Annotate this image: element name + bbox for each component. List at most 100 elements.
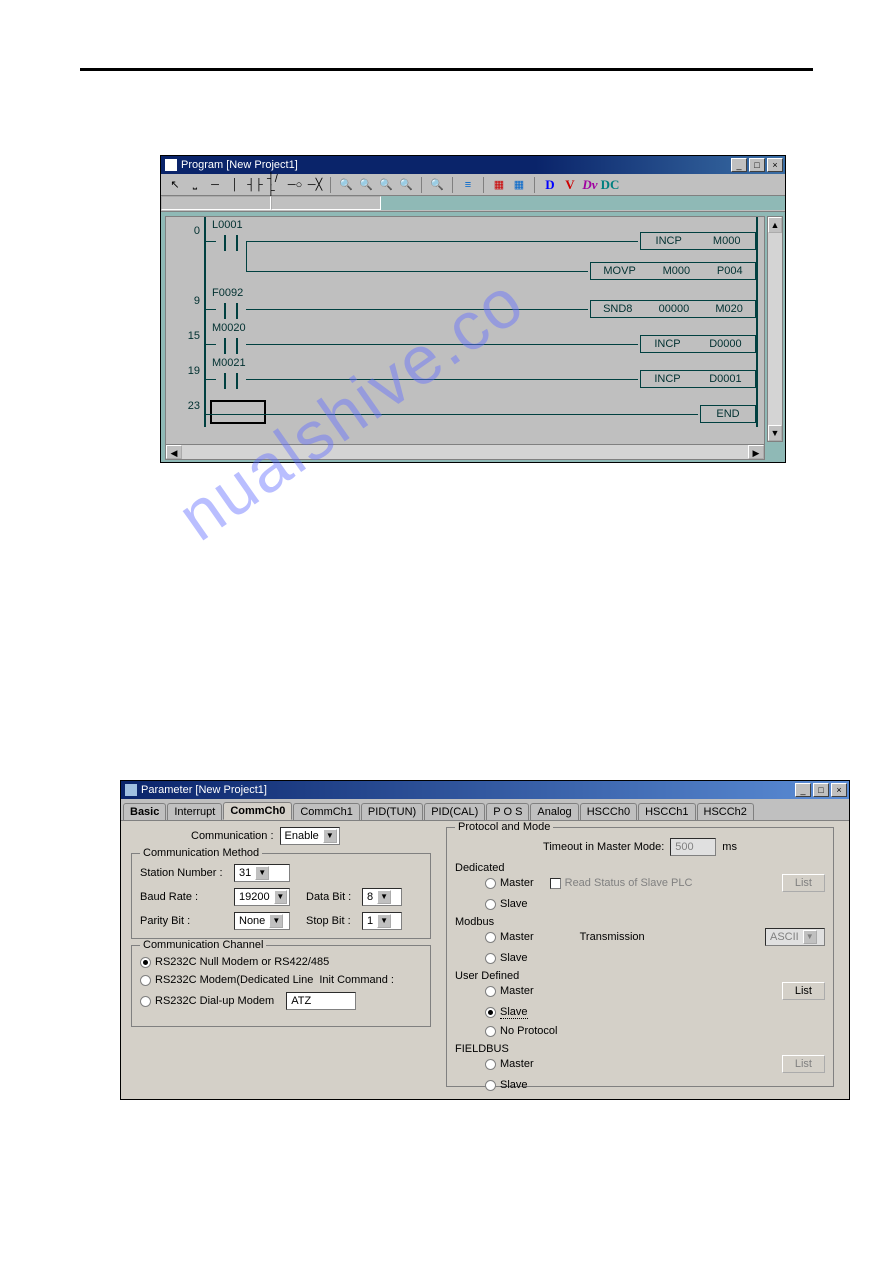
- program-titlebar[interactable]: Program [New Project1] _ □ ×: [161, 156, 785, 174]
- vertical-scrollbar[interactable]: ▲ ▼: [767, 216, 783, 442]
- ladder-area[interactable]: 0 L0001 INCP M000 MOVP M000 P004: [165, 216, 765, 458]
- v-button[interactable]: V: [562, 177, 578, 193]
- tab-analog[interactable]: Analog: [530, 803, 578, 820]
- tab-pidtun[interactable]: PID(TUN): [361, 803, 423, 820]
- radio-userdef-slave[interactable]: Slave: [485, 1006, 528, 1019]
- diff2-icon[interactable]: ▦: [511, 177, 527, 193]
- diff-icon[interactable]: ▦: [491, 177, 507, 193]
- radio-fieldbus-master[interactable]: Master: [485, 1058, 534, 1070]
- timeout-field[interactable]: 500: [670, 838, 716, 856]
- tool-vline-icon[interactable]: │: [227, 177, 243, 193]
- tool-contact-no-icon[interactable]: ┤├: [247, 177, 263, 193]
- scroll-up-icon[interactable]: ▲: [768, 217, 782, 233]
- output-box[interactable]: END: [700, 405, 756, 423]
- list-button-dedicated[interactable]: List: [782, 874, 825, 892]
- parameter-titlebar[interactable]: Parameter [New Project1] _ □ ×: [121, 781, 849, 799]
- radio-userdef-master[interactable]: Master: [485, 985, 534, 997]
- station-select[interactable]: 31▼: [234, 864, 290, 882]
- communication-select[interactable]: Enable▼: [280, 827, 340, 845]
- dv-button[interactable]: Dv: [582, 177, 598, 193]
- dc-button[interactable]: DC: [602, 177, 618, 193]
- dropdown-icon[interactable]: ▼: [803, 930, 817, 944]
- dropdown-icon[interactable]: ▼: [377, 914, 391, 928]
- dedicated-label: Dedicated: [455, 862, 825, 874]
- zoom-100-icon[interactable]: 🔍: [398, 177, 414, 193]
- baud-select[interactable]: 19200▼: [234, 888, 290, 906]
- tab-pos[interactable]: P O S: [486, 803, 529, 820]
- minimize-button[interactable]: _: [795, 783, 811, 797]
- transmission-select[interactable]: ASCII▼: [765, 928, 825, 946]
- zoom-fit-icon[interactable]: 🔍: [378, 177, 394, 193]
- close-button[interactable]: ×: [831, 783, 847, 797]
- group-title: Protocol and Mode: [455, 821, 553, 833]
- tool-coil-icon[interactable]: ─○: [287, 177, 303, 193]
- databit-select[interactable]: 8▼: [362, 888, 402, 906]
- tab-hscch2[interactable]: HSCCh2: [697, 803, 754, 820]
- tool-hline-icon[interactable]: ─: [207, 177, 223, 193]
- tab-pidcal[interactable]: PID(CAL): [424, 803, 485, 820]
- align-icon[interactable]: ≡: [460, 177, 476, 193]
- output-box[interactable]: INCP M000: [640, 232, 756, 250]
- radio-modbus-master[interactable]: Master: [485, 931, 534, 943]
- contact[interactable]: F0092: [216, 301, 246, 321]
- radio-modem-dedicated[interactable]: RS232C Modem(Dedicated Line: [140, 974, 313, 986]
- horizontal-scrollbar[interactable]: ◀ ▶: [165, 444, 765, 460]
- scroll-right-icon[interactable]: ▶: [748, 445, 764, 459]
- radio-icon: [485, 1080, 496, 1091]
- tool-not-icon[interactable]: ─╳: [307, 177, 323, 193]
- init-command-field[interactable]: ATZ: [286, 992, 356, 1010]
- parameter-title-icon: [125, 784, 137, 796]
- dropdown-icon[interactable]: ▼: [323, 829, 337, 843]
- parity-select[interactable]: None▼: [234, 912, 290, 930]
- d-button[interactable]: D: [542, 177, 558, 193]
- radio-icon: [140, 975, 151, 986]
- timeout-unit: ms: [722, 841, 737, 853]
- dropdown-icon[interactable]: ▼: [377, 890, 391, 904]
- output-box[interactable]: INCP D0000: [640, 335, 756, 353]
- contact[interactable]: M0020: [216, 336, 246, 356]
- radio-dialup-modem[interactable]: RS232C Dial-up Modem: [140, 995, 274, 1007]
- tool-delete-icon[interactable]: ⎵: [187, 177, 203, 193]
- output-box[interactable]: SND8 00000 M020: [590, 300, 756, 318]
- scroll-down-icon[interactable]: ▼: [768, 425, 782, 441]
- maximize-button[interactable]: □: [813, 783, 829, 797]
- contact[interactable]: M0021: [216, 371, 246, 391]
- list-button-fieldbus[interactable]: List: [782, 1055, 825, 1073]
- zoom-out-icon[interactable]: 🔍: [358, 177, 374, 193]
- group-comm-channel: Communication Channel RS232C Null Modem …: [131, 945, 431, 1027]
- minimize-button[interactable]: _: [731, 158, 747, 172]
- radio-dedicated-slave[interactable]: Slave: [485, 898, 528, 910]
- zoom-in-icon[interactable]: 🔍: [338, 177, 354, 193]
- output-box[interactable]: INCP D0001: [640, 370, 756, 388]
- radio-dedicated-master[interactable]: Master: [485, 877, 534, 889]
- tool-cursor-icon[interactable]: ↖: [167, 177, 183, 193]
- dropdown-icon[interactable]: ▼: [274, 890, 287, 904]
- close-button[interactable]: ×: [767, 158, 783, 172]
- output-box[interactable]: MOVP M000 P004: [590, 262, 756, 280]
- radio-modbus-slave[interactable]: Slave: [485, 952, 528, 964]
- tab-interrupt[interactable]: Interrupt: [167, 803, 222, 820]
- radio-icon: [485, 1059, 496, 1070]
- tab-hscch1[interactable]: HSCCh1: [638, 803, 695, 820]
- radio-fieldbus-slave[interactable]: Slave: [485, 1079, 528, 1091]
- radio-icon: [485, 986, 496, 997]
- stopbit-select[interactable]: 1▼: [362, 912, 402, 930]
- check-read-status[interactable]: Read Status of Slave PLC: [550, 877, 693, 889]
- radio-null-modem[interactable]: RS232C Null Modem or RS422/485: [140, 956, 329, 968]
- scroll-left-icon[interactable]: ◀: [166, 445, 182, 459]
- maximize-button[interactable]: □: [749, 158, 765, 172]
- rung-number: 9: [166, 295, 200, 307]
- list-button-userdef[interactable]: List: [782, 982, 825, 1000]
- radio-no-protocol[interactable]: No Protocol: [485, 1025, 557, 1037]
- tab-commch0[interactable]: CommCh0: [223, 802, 292, 820]
- dropdown-icon[interactable]: ▼: [269, 914, 283, 928]
- checkbox-icon: [550, 878, 561, 889]
- dropdown-icon[interactable]: ▼: [255, 866, 269, 880]
- tab-basic[interactable]: Basic: [123, 803, 166, 820]
- tab-commch1[interactable]: CommCh1: [293, 803, 360, 820]
- tool-contact-nc-icon[interactable]: ┤/├: [267, 177, 283, 193]
- tab-hscch0[interactable]: HSCCh0: [580, 803, 637, 820]
- contact[interactable]: L0001: [216, 233, 246, 253]
- cursor-box[interactable]: [210, 400, 266, 424]
- find-icon[interactable]: 🔍: [429, 177, 445, 193]
